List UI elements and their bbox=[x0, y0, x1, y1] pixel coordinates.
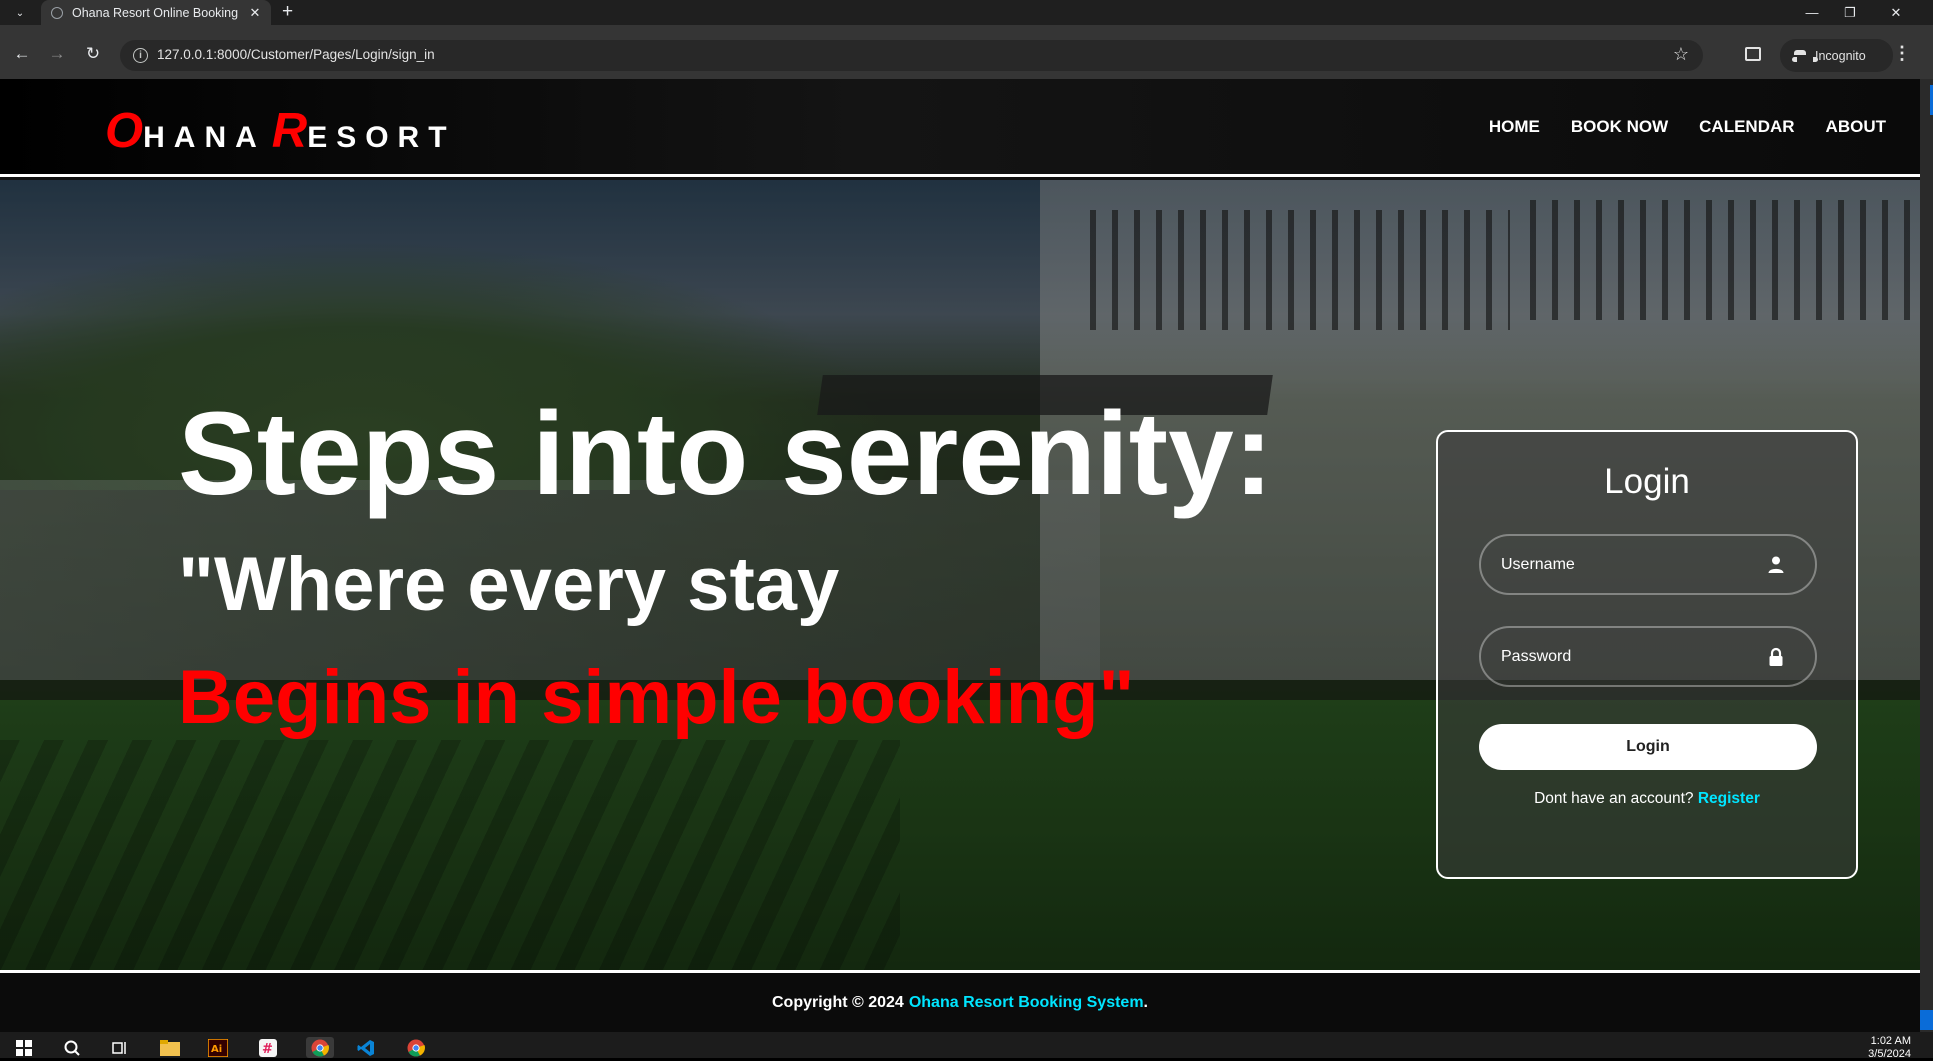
task-view-icon[interactable] bbox=[110, 1037, 130, 1058]
site-info-icon[interactable]: i bbox=[133, 48, 148, 63]
address-bar[interactable]: i 127.0.0.1:8000/Customer/Pages/Login/si… bbox=[120, 40, 1703, 71]
illustrator-icon[interactable]: Ai bbox=[208, 1037, 228, 1058]
svg-text:#: # bbox=[262, 1042, 273, 1057]
main-nav: HOME BOOK NOW CALENDAR ABOUT bbox=[1489, 117, 1886, 137]
clock-date: 3/5/2024 bbox=[1868, 1048, 1911, 1060]
login-title: Login bbox=[1604, 462, 1690, 501]
back-arrow-icon[interactable]: ← bbox=[10, 42, 34, 66]
tab-title: Ohana Resort Online Booking bbox=[72, 5, 239, 20]
register-link[interactable]: Register bbox=[1698, 790, 1760, 807]
forward-arrow-icon[interactable]: → bbox=[45, 42, 69, 66]
globe-icon bbox=[51, 6, 63, 19]
close-tab-icon[interactable]: ✕ bbox=[247, 5, 263, 21]
nav-home[interactable]: HOME bbox=[1489, 117, 1540, 137]
nav-about[interactable]: ABOUT bbox=[1826, 117, 1886, 137]
incognito-label: Incognito bbox=[1815, 48, 1866, 63]
logo-initial-r: R bbox=[271, 104, 308, 158]
tab-search-chevron-icon[interactable]: ⌄ bbox=[6, 3, 34, 23]
hero-subline: "Where every stay bbox=[178, 542, 840, 627]
os-taskbar: Ai # 1:02 AM 3/5/2024 bbox=[0, 1032, 1933, 1061]
register-prompt-text: Dont have an account? bbox=[1534, 790, 1694, 807]
browser-menu-icon[interactable]: ⋮ bbox=[1893, 43, 1911, 64]
site-footer: Copyright © 2024 Ohana Resort Booking Sy… bbox=[0, 970, 1920, 1032]
bookmark-star-icon[interactable]: ☆ bbox=[1673, 44, 1689, 65]
restore-icon[interactable]: ❐ bbox=[1827, 0, 1873, 25]
footer-copyright: Copyright © 2024 bbox=[772, 993, 904, 1011]
file-explorer-icon[interactable] bbox=[160, 1037, 180, 1058]
footer-period: . bbox=[1143, 993, 1148, 1011]
new-tab-plus-icon[interactable]: + bbox=[282, 1, 293, 23]
site-header: O HANA R ESORT HOME BOOK NOW CALENDAR AB… bbox=[0, 79, 1920, 177]
username-input[interactable] bbox=[1481, 536, 1815, 593]
login-button[interactable]: Login bbox=[1479, 724, 1817, 770]
chrome-icon[interactable] bbox=[306, 1037, 334, 1058]
user-icon bbox=[1768, 556, 1784, 573]
password-field[interactable] bbox=[1479, 626, 1817, 687]
chrome-icon-2[interactable] bbox=[406, 1037, 426, 1058]
reload-icon[interactable]: ↻ bbox=[81, 42, 105, 66]
side-panel-icon[interactable] bbox=[1745, 47, 1761, 61]
nav-calendar[interactable]: CALENDAR bbox=[1699, 117, 1794, 137]
nav-book-now[interactable]: BOOK NOW bbox=[1571, 117, 1668, 137]
hero-section: Steps into serenity: "Where every stay B… bbox=[0, 180, 1920, 970]
url-text[interactable]: 127.0.0.1:8000/Customer/Pages/Login/sign… bbox=[157, 47, 435, 62]
logo-initial-o: O bbox=[105, 104, 144, 158]
window-close-icon[interactable]: ✕ bbox=[1873, 0, 1919, 25]
windows-start-icon[interactable] bbox=[14, 1037, 34, 1058]
footer-brand: Ohana Resort Booking System bbox=[908, 993, 1144, 1011]
system-clock[interactable]: 1:02 AM 3/5/2024 bbox=[1868, 1035, 1911, 1061]
lock-icon bbox=[1769, 647, 1783, 666]
browser-tab-strip: ⌄ Ohana Resort Online Booking ✕ + — ❐ ✕ bbox=[0, 0, 1933, 25]
clock-time: 1:02 AM bbox=[1870, 1035, 1911, 1047]
page-scrollbar[interactable] bbox=[1920, 79, 1933, 1032]
svg-text:Ai: Ai bbox=[211, 1044, 222, 1055]
password-input[interactable] bbox=[1481, 628, 1815, 685]
login-form: Login Login Dont have an account? Regist… bbox=[1436, 430, 1858, 879]
register-prompt: Dont have an account? Register bbox=[1438, 790, 1856, 808]
hero-headline: Steps into serenity: bbox=[178, 388, 1274, 520]
incognito-icon bbox=[1792, 49, 1818, 62]
logo-text-hana: HANA bbox=[143, 121, 266, 154]
incognito-badge[interactable]: Incognito bbox=[1780, 39, 1893, 72]
vscode-icon[interactable] bbox=[356, 1037, 376, 1058]
slack-icon[interactable]: # bbox=[258, 1037, 278, 1058]
hero-tagline-red: Begins in simple booking" bbox=[178, 655, 1135, 740]
logo-text-esort: ESORT bbox=[307, 121, 456, 154]
browser-tab[interactable]: Ohana Resort Online Booking ✕ bbox=[41, 0, 271, 25]
search-icon[interactable] bbox=[62, 1037, 82, 1058]
username-field[interactable] bbox=[1479, 534, 1817, 595]
page-viewport: O HANA R ESORT HOME BOOK NOW CALENDAR AB… bbox=[0, 79, 1920, 1032]
site-logo[interactable]: O HANA R ESORT bbox=[105, 107, 456, 156]
